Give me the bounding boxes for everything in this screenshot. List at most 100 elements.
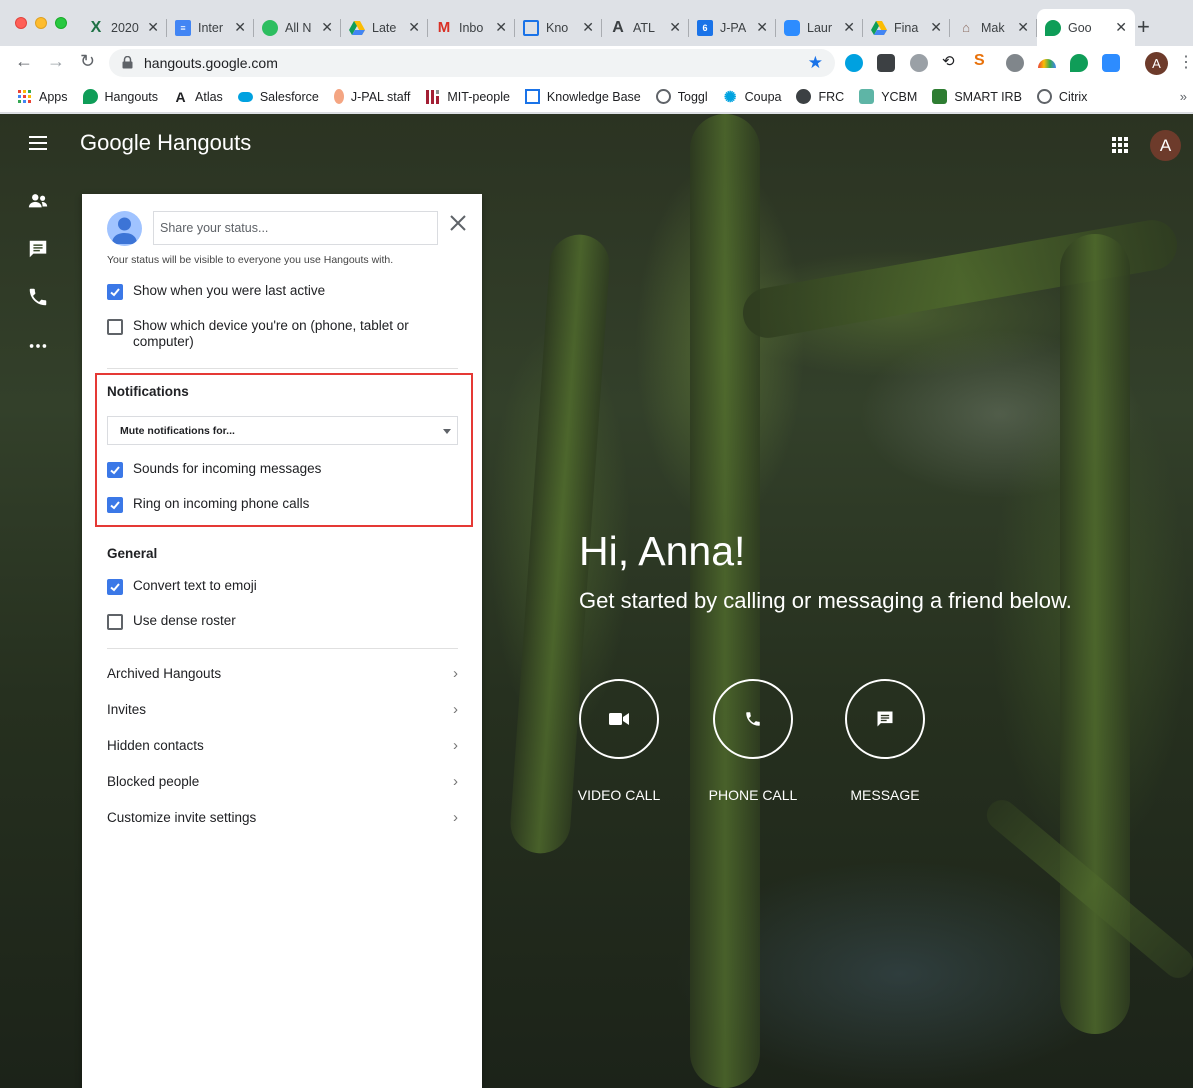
bookmark-salesforce[interactable]: Salesforce: [237, 90, 319, 104]
tab-close-icon[interactable]: ✕: [930, 19, 942, 36]
bookmark-citrix[interactable]: Citrix: [1036, 89, 1087, 104]
emoji-option[interactable]: Convert text to emoji: [107, 578, 257, 595]
browser-tab[interactable]: ⌂ Mak ✕: [950, 9, 1037, 46]
browser-tab[interactable]: ≡ Inter ✕: [167, 9, 254, 46]
bookmark-frc[interactable]: FRC: [796, 89, 844, 104]
bookmark-toggl[interactable]: Toggl: [655, 89, 708, 104]
citrix-icon: [1036, 89, 1052, 104]
tab-close-icon[interactable]: ✕: [843, 19, 855, 36]
browser-tab[interactable]: All N ✕: [254, 9, 341, 46]
tab-close-icon[interactable]: ✕: [147, 19, 159, 36]
bookmark-hangouts[interactable]: Hangouts: [82, 89, 158, 104]
tab-close-icon[interactable]: ✕: [669, 19, 681, 36]
browser-tab[interactable]: 6 J-PA ✕: [689, 9, 776, 46]
browser-tab[interactable]: Kno ✕: [515, 9, 602, 46]
profile-avatar[interactable]: A: [1145, 52, 1168, 75]
bookmark-ycbm[interactable]: YCBM: [859, 89, 917, 104]
tab-close-icon[interactable]: ✕: [1017, 19, 1029, 36]
status-input[interactable]: [153, 211, 438, 245]
blocked-people-link[interactable]: Blocked people ›: [107, 773, 458, 790]
toggl-icon: [655, 89, 671, 104]
evernote-icon: [262, 19, 278, 36]
invites-link[interactable]: Invites ›: [107, 701, 458, 718]
bookmark-apps[interactable]: Apps: [17, 89, 68, 104]
message-label: MESSAGE: [850, 787, 920, 803]
tab-title: Mak: [981, 20, 1005, 35]
browser-tab[interactable]: X 2020 ✕: [80, 9, 167, 46]
sounds-option[interactable]: Sounds for incoming messages: [107, 461, 321, 478]
browser-tab[interactable]: Fina ✕: [863, 9, 950, 46]
gear-extension-icon[interactable]: [1006, 54, 1024, 72]
more-bookmarks-icon[interactable]: »: [1180, 89, 1187, 104]
account-avatar[interactable]: A: [1150, 130, 1181, 161]
sync-extension-icon[interactable]: ⟲: [942, 52, 960, 70]
dense-roster-option[interactable]: Use dense roster: [107, 613, 236, 630]
password-extension-icon[interactable]: [877, 54, 895, 72]
bookmark-coupa[interactable]: ✺ Coupa: [723, 89, 782, 106]
more-icon[interactable]: [27, 335, 49, 357]
back-icon[interactable]: ←: [15, 51, 33, 72]
new-tab-button[interactable]: +: [1137, 14, 1150, 40]
video-call-label: VIDEO CALL: [577, 787, 661, 803]
chat-icon[interactable]: [27, 238, 49, 260]
tab-close-icon[interactable]: ✕: [1115, 19, 1127, 36]
checkbox-checked[interactable]: [107, 497, 123, 513]
bookmark-atlas[interactable]: A Atlas: [173, 88, 222, 105]
rainbow-extension-icon[interactable]: [1038, 59, 1056, 68]
browser-tab[interactable]: Late ✕: [341, 9, 428, 46]
checkbox-checked[interactable]: [107, 579, 123, 595]
tab-close-icon[interactable]: ✕: [234, 19, 246, 36]
address-bar[interactable]: hangouts.google.com ★: [109, 49, 835, 77]
window-minimize-button[interactable]: [35, 17, 47, 29]
video-call-button[interactable]: [579, 679, 659, 759]
s-extension-icon[interactable]: S: [974, 52, 992, 70]
mute-notifications-dropdown[interactable]: Mute notifications for...: [107, 416, 458, 445]
last-active-option[interactable]: Show when you were last active: [107, 283, 325, 300]
google-hangouts-logo[interactable]: Google Hangouts: [80, 130, 251, 156]
tab-close-icon[interactable]: ✕: [321, 19, 333, 36]
bookmark-smart-irb[interactable]: SMART IRB: [932, 89, 1022, 104]
user-avatar[interactable]: [107, 211, 142, 246]
google-apps-icon[interactable]: [1112, 137, 1128, 153]
contacts-icon[interactable]: [27, 190, 49, 212]
checkbox-unchecked[interactable]: [107, 614, 123, 630]
browser-tab-active[interactable]: Goo ✕: [1037, 9, 1135, 46]
bookmark-knowledge-base[interactable]: Knowledge Base: [524, 89, 641, 104]
phone-call-button[interactable]: [713, 679, 793, 759]
hidden-contacts-link[interactable]: Hidden contacts ›: [107, 737, 458, 754]
browser-tab[interactable]: Laur ✕: [776, 9, 863, 46]
browser-tab[interactable]: M Inbo ✕: [428, 9, 515, 46]
message-button[interactable]: [845, 679, 925, 759]
checkbox-unchecked[interactable]: [107, 319, 123, 335]
checkbox-checked[interactable]: [107, 284, 123, 300]
tab-close-icon[interactable]: ✕: [756, 19, 768, 36]
archived-hangouts-link[interactable]: Archived Hangouts ›: [107, 665, 458, 682]
browser-menu-icon[interactable]: ⋮: [1178, 52, 1193, 72]
reload-icon[interactable]: ↻: [80, 51, 95, 72]
bookmark-jpal-staff[interactable]: J-PAL staff: [333, 89, 410, 104]
tab-close-icon[interactable]: ✕: [495, 19, 507, 36]
close-icon[interactable]: [449, 214, 467, 232]
ring-option[interactable]: Ring on incoming phone calls: [107, 496, 309, 513]
device-option[interactable]: Show which device you're on (phone, tabl…: [107, 318, 427, 350]
bookmark-star-icon[interactable]: ★: [808, 53, 823, 73]
bookmark-mit-people[interactable]: MIT-people: [425, 89, 510, 104]
bookmarks-bar: Apps Hangouts A Atlas Salesforce J-PAL s…: [0, 81, 1193, 113]
zoom-extension-icon[interactable]: [1102, 54, 1120, 72]
browser-toolbar: ← → ↻ hangouts.google.com ★ ⟲ S A ⋮: [0, 46, 1193, 81]
main-menu-icon[interactable]: [29, 136, 47, 154]
customize-invite-settings-link[interactable]: Customize invite settings ›: [107, 809, 458, 826]
tab-close-icon[interactable]: ✕: [582, 19, 594, 36]
window-zoom-button[interactable]: [55, 17, 67, 29]
phone-icon[interactable]: [27, 286, 49, 308]
salesforce-extension-icon[interactable]: [845, 54, 863, 72]
browser-tab[interactable]: A ATL ✕: [602, 9, 689, 46]
apps-grid-icon: [17, 89, 32, 104]
translate-extension-icon[interactable]: [910, 54, 928, 72]
hangouts-extension-icon[interactable]: [1070, 54, 1088, 72]
atlas-icon: A: [175, 88, 186, 105]
window-close-button[interactable]: [15, 17, 27, 29]
tab-close-icon[interactable]: ✕: [408, 19, 420, 36]
forward-icon[interactable]: →: [47, 51, 65, 72]
checkbox-checked[interactable]: [107, 462, 123, 478]
